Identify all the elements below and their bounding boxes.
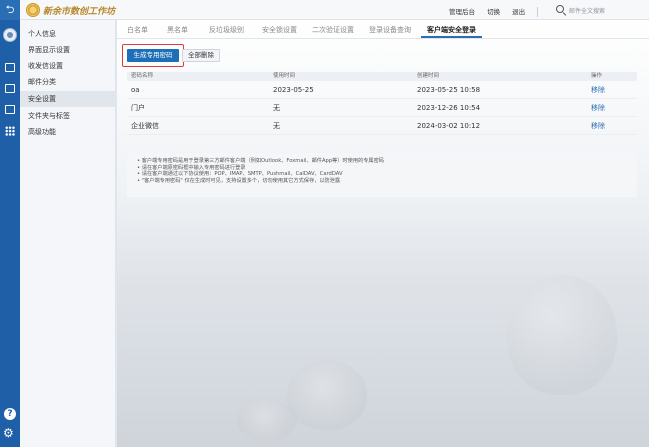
note-item: 请在客户端通过以下协议使用：POP、IMAP、SMTP、Pushmail、Cal… bbox=[137, 171, 627, 178]
search-box[interactable]: 邮件全文搜索 bbox=[552, 4, 648, 17]
password-name: 门户 bbox=[131, 104, 145, 112]
nav-item-profile[interactable]: 个人信息 bbox=[20, 26, 116, 42]
remove-link[interactable]: 移除 bbox=[591, 99, 605, 117]
nav-item-security[interactable]: 安全设置 bbox=[20, 91, 116, 107]
tab-whitelist[interactable]: 白名单 bbox=[127, 25, 148, 35]
logout-link[interactable]: 退出 bbox=[512, 8, 525, 16]
password-name: 企业微信 bbox=[131, 122, 159, 130]
col-action-header: 操作 bbox=[591, 73, 603, 79]
table-row: 企业微信 无 2024-03-02 10:12 移除 bbox=[127, 117, 637, 135]
note-item: "客户端专用密码" 仅在生成时可见，支持设置多个，切勿使用其它方式保存，以防泄露 bbox=[137, 178, 627, 185]
table-row: oa 2023-05-25 2023-05-25 10:58 移除 bbox=[127, 81, 637, 99]
used-time: 无 bbox=[273, 122, 280, 130]
background-balloon bbox=[507, 275, 617, 395]
col-name-header: 密码名称 bbox=[131, 73, 154, 79]
nav-item-advanced[interactable]: 高级功能 bbox=[20, 124, 116, 140]
app-rail: ? ⚙ bbox=[0, 20, 20, 447]
created-time: 2024-03-02 10:12 bbox=[417, 122, 481, 130]
logo: 新余市数创工作坊 bbox=[26, 3, 132, 17]
tab-two-factor[interactable]: 二次验证设置 bbox=[312, 25, 354, 35]
tab-divider bbox=[117, 38, 649, 39]
security-tabs: 白名单 黑名单 反垃圾级别 安全锁设置 二次验证设置 登录设备查询 客户端安全登… bbox=[117, 20, 649, 40]
admin-link[interactable]: 管理后台 bbox=[449, 8, 475, 16]
used-time: 无 bbox=[273, 104, 280, 112]
contacts-icon[interactable] bbox=[5, 105, 15, 114]
tab-login-devices[interactable]: 登录设备查询 bbox=[369, 25, 411, 35]
password-table: 密码名称 使用时间 创建时间 操作 oa 2023-05-25 2023-05-… bbox=[127, 72, 637, 135]
remove-link[interactable]: 移除 bbox=[591, 81, 605, 99]
nav-item-display[interactable]: 界面显示设置 bbox=[20, 42, 116, 58]
nav-item-send-receive[interactable]: 收发信设置 bbox=[20, 58, 116, 74]
tab-security-lock[interactable]: 安全锁设置 bbox=[262, 25, 297, 35]
created-time: 2023-05-25 10:58 bbox=[417, 86, 481, 94]
col-used-header: 使用时间 bbox=[273, 73, 296, 79]
avatar[interactable] bbox=[3, 28, 17, 42]
search-icon[interactable] bbox=[556, 5, 564, 13]
col-created-header: 创建时间 bbox=[417, 73, 440, 79]
table-row: 门户 无 2023-12-26 10:54 移除 bbox=[127, 99, 637, 117]
tab-blacklist[interactable]: 黑名单 bbox=[167, 25, 188, 35]
search-placeholder[interactable]: 邮件全文搜索 bbox=[569, 6, 605, 15]
generate-password-button[interactable]: 生成专用密码 bbox=[127, 49, 179, 62]
delete-all-button[interactable]: 全部删除 bbox=[182, 49, 220, 62]
help-icon[interactable]: ? bbox=[4, 408, 16, 420]
main-panel: 白名单 黑名单 反垃圾级别 安全锁设置 二次验证设置 登录设备查询 客户端安全登… bbox=[117, 20, 649, 447]
gear-icon[interactable]: ⚙ bbox=[3, 426, 14, 440]
top-bar: ⮌ 新余市数创工作坊 管理后台 切换 退出 邮件全文搜索 bbox=[0, 0, 649, 20]
note-item: 客户端专用密码是用于登录第三方邮件客户端（例如Outlook、Foxmail、邮… bbox=[137, 158, 627, 165]
logo-text: 新余市数创工作坊 bbox=[43, 7, 116, 17]
divider bbox=[537, 7, 539, 17]
nav-item-folders-tags[interactable]: 文件夹与标签 bbox=[20, 108, 116, 124]
tab-spam-level[interactable]: 反垃圾级别 bbox=[209, 25, 244, 35]
mail-icon[interactable] bbox=[5, 63, 15, 72]
password-name: oa bbox=[131, 86, 140, 94]
back-icon[interactable]: ⮌ bbox=[0, 0, 20, 20]
remove-link[interactable]: 移除 bbox=[591, 117, 605, 135]
table-header: 密码名称 使用时间 创建时间 操作 bbox=[127, 72, 637, 81]
logo-seal-icon bbox=[26, 3, 40, 17]
created-time: 2023-12-26 10:54 bbox=[417, 104, 481, 112]
used-time: 2023-05-25 bbox=[273, 86, 314, 94]
header-links: 管理后台 切换 退出 bbox=[449, 6, 544, 17]
switch-link[interactable]: 切换 bbox=[487, 8, 500, 16]
nav-item-mail-category[interactable]: 邮件分类 bbox=[20, 74, 116, 90]
settings-nav: 个人信息 界面显示设置 收发信设置 邮件分类 安全设置 文件夹与标签 高级功能 bbox=[20, 20, 116, 447]
background-balloon bbox=[287, 360, 367, 430]
apps-grid-icon[interactable] bbox=[5, 126, 15, 136]
background-balloon bbox=[237, 400, 297, 440]
folder-icon[interactable] bbox=[5, 84, 15, 93]
help-notes: 客户端专用密码是用于登录第三方邮件客户端（例如Outlook、Foxmail、邮… bbox=[127, 153, 637, 197]
tab-client-login[interactable]: 客户端安全登录 bbox=[421, 25, 482, 38]
